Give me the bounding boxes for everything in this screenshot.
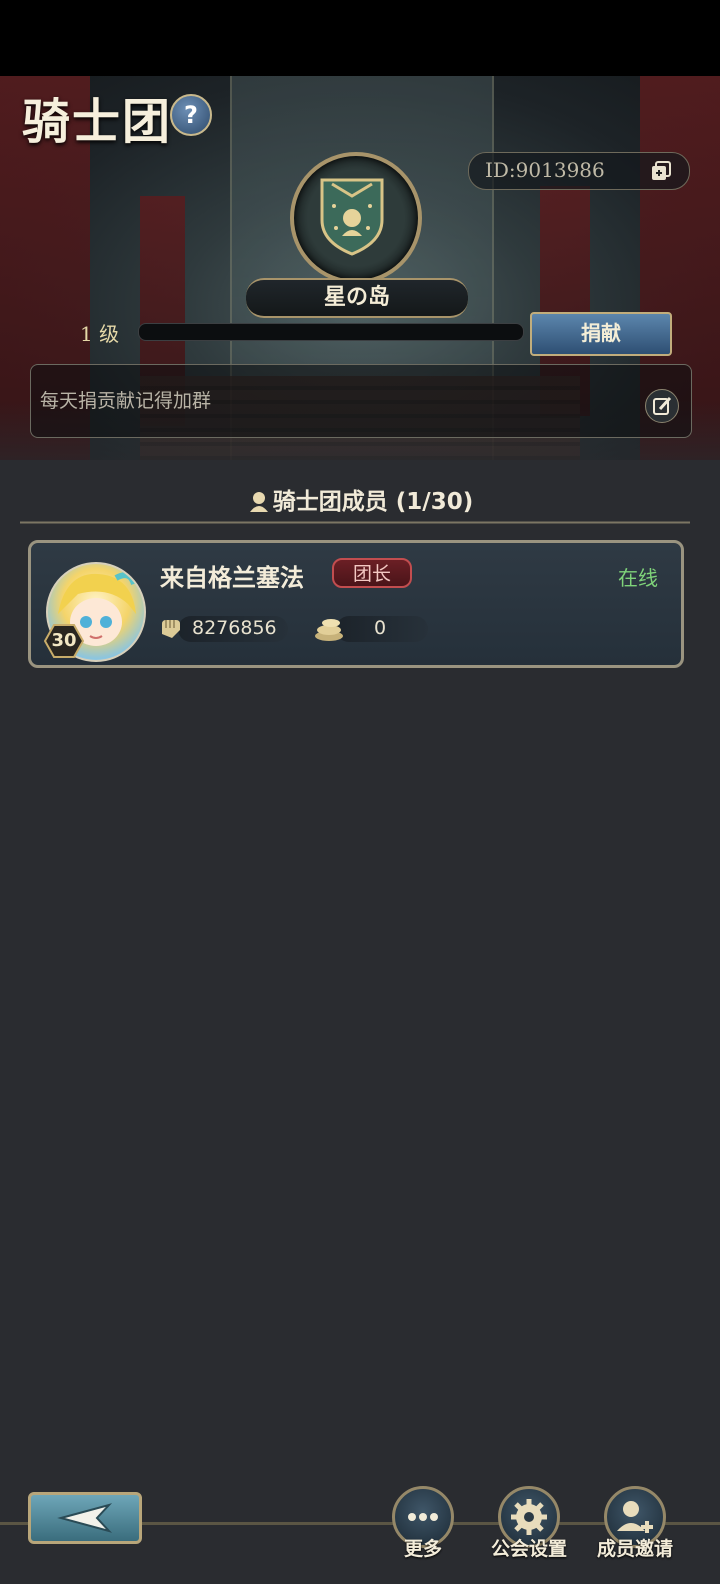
back-arrow-icon [57,1503,113,1533]
member-name: 来自格兰塞法 [160,563,304,592]
help-button[interactable]: ? [170,94,212,136]
invite-member-label: 成员邀请 [596,1538,673,1560]
member-level: 30 [51,630,77,651]
members-heading-text: 骑士团成员 (1/30) [272,489,474,515]
fist-icon [162,620,180,638]
guild-level: 1 级 [80,322,120,346]
guild-name: 星の岛 [323,284,390,310]
guild-xp-bar [138,323,524,341]
member-power: 8276856 [192,617,277,639]
guild-notice-text: 每天捐贡献记得加群 [40,390,212,412]
members-icon [249,492,268,512]
guild-settings-label: 公会设置 [490,1538,567,1560]
members-heading: 骑士团成员 (1/30) [0,482,720,516]
online-status: 在线 [618,566,658,590]
edit-icon[interactable] [645,389,679,423]
member-contribution: 0 [374,617,387,639]
donate-button[interactable]: 捐献 [530,312,672,356]
page-title: 骑士团 [22,94,173,150]
question-icon: ? [184,101,198,129]
guild-id: ID:9013986 [485,158,605,182]
more-label: 更多 [403,1538,442,1560]
copy-icon[interactable] [650,160,672,182]
back-button[interactable] [28,1492,142,1544]
status-bar [0,0,720,76]
role-badge: 团长 [332,558,412,588]
guild-emblem-icon [320,178,384,256]
coins-icon [315,619,343,641]
divider [20,521,690,524]
